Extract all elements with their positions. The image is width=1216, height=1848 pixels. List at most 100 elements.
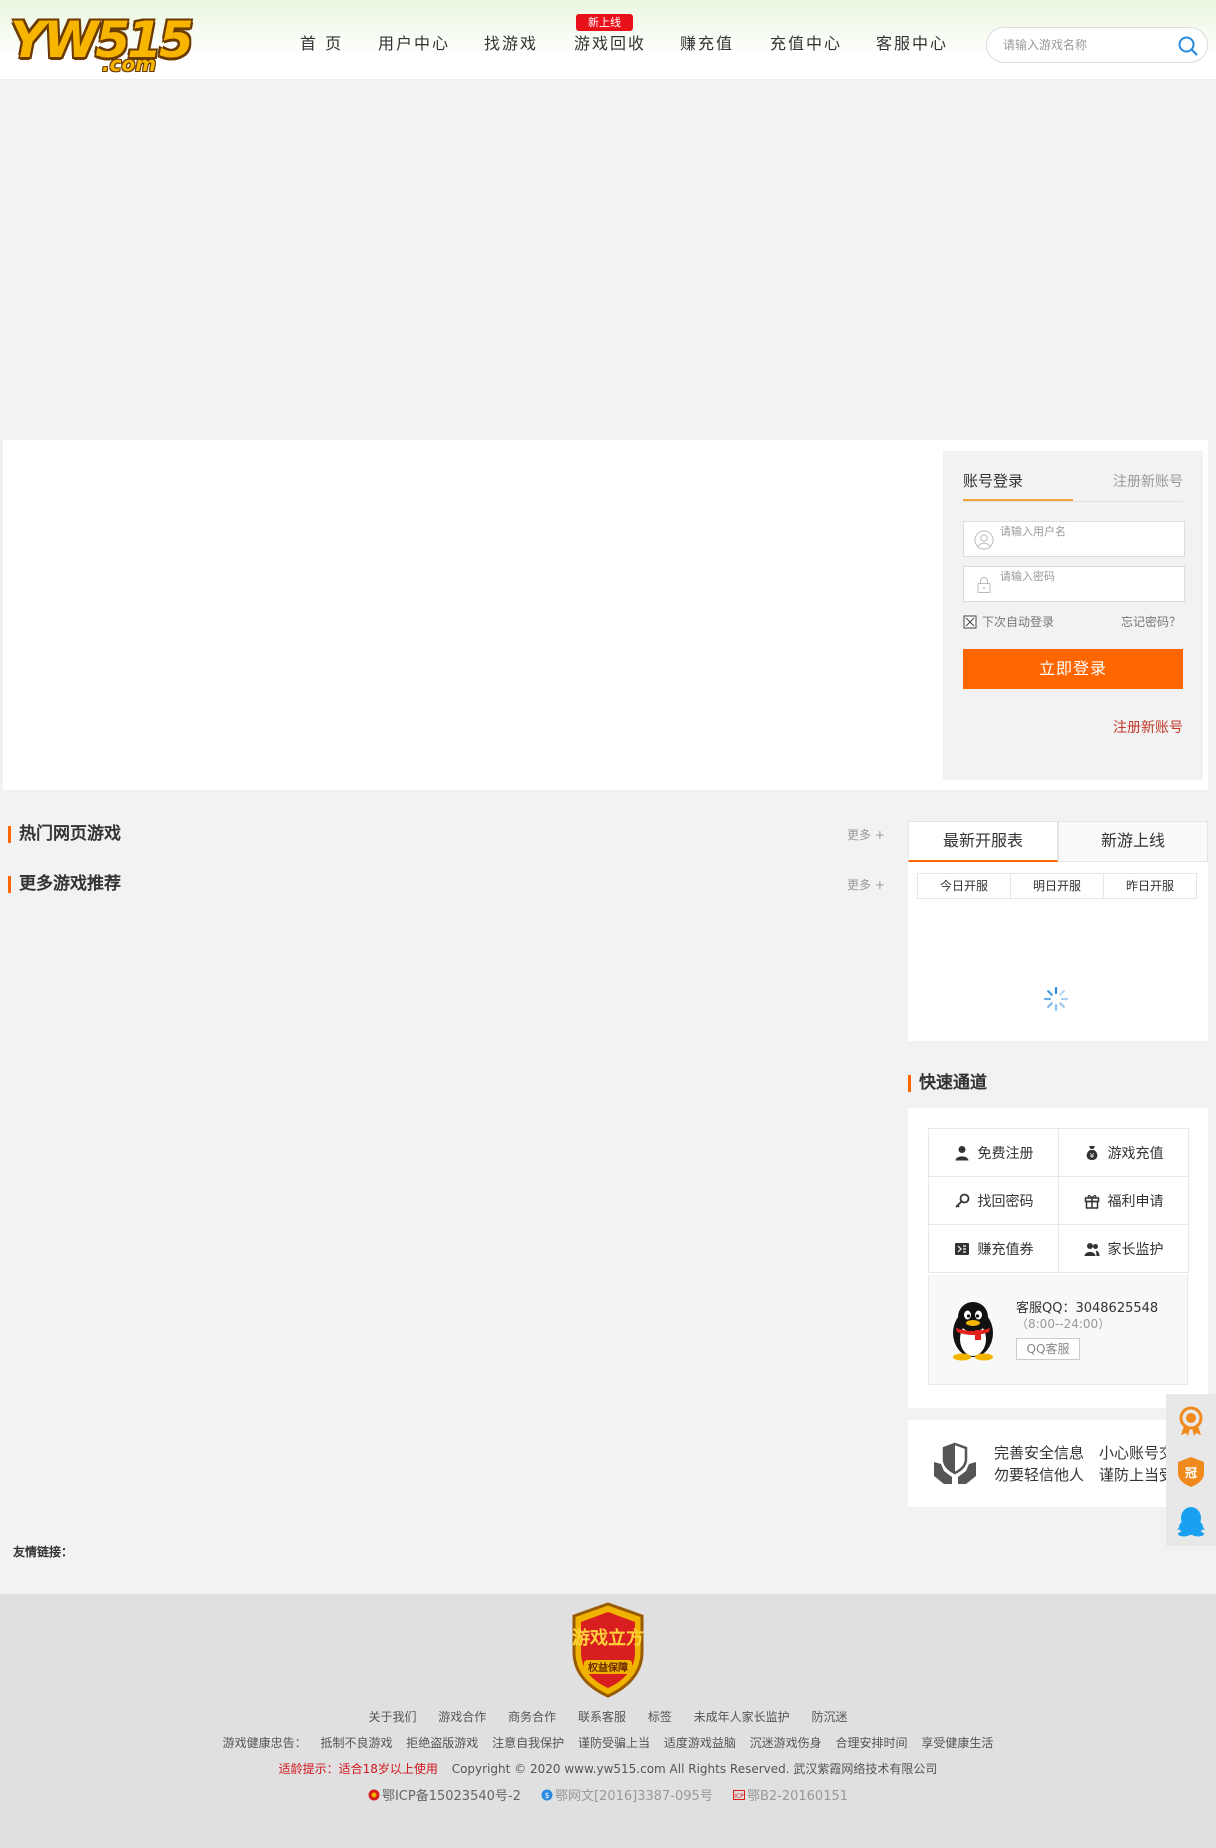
tab-tomorrow[interactable]: 明日开服 <box>1011 874 1104 898</box>
site-footer: 游戏立方 权益保障 关于我们 游戏合作 商务合作 联系客服 标签 未成年人家长监… <box>0 1594 1216 1848</box>
search-icon[interactable] <box>1177 35 1199 57</box>
register-link[interactable]: 注册新账号 <box>1113 717 1183 737</box>
more-games-more-link[interactable]: 更多 + <box>847 876 885 893</box>
tab-register[interactable]: 注册新账号 <box>1113 471 1183 491</box>
health-item: 沉迷游戏伤身 <box>749 1736 822 1750</box>
safety-tips: 完善安全信息 勿要轻信他人 小心账号交易 谨防上当受骗 <box>908 1420 1208 1507</box>
nav-item-game-recycle[interactable]: 新上线 游戏回收 <box>574 0 680 80</box>
search-input[interactable] <box>1003 36 1163 54</box>
copyright-line: 适龄提示：适合18岁以上使用 Copyright © 2020 www.yw51… <box>0 1760 1216 1777</box>
crown-shield-icon: 冠 <box>1178 1457 1204 1487</box>
floating-sidebar: 冠 <box>1166 1394 1216 1546</box>
main-nav: 首 页 用户中心 找游戏 新上线 游戏回收 赚充值 充值中心 客服中心 <box>300 0 976 80</box>
divider <box>963 501 1183 502</box>
tab-yesterday[interactable]: 昨日开服 <box>1104 874 1196 898</box>
key-icon <box>954 1193 969 1208</box>
tab-new-games[interactable]: 新游上线 <box>1058 821 1208 862</box>
forgot-password-link[interactable]: 忘记密码？ <box>1121 613 1181 630</box>
quick-channel-title: 快速通道 <box>908 1073 987 1093</box>
health-item: 谨防受骗上当 <box>577 1736 650 1750</box>
new-badge: 新上线 <box>576 14 633 31</box>
footer-link[interactable]: 标签 <box>648 1710 672 1724</box>
checkbox-icon[interactable] <box>963 615 977 629</box>
user-icon <box>974 530 994 550</box>
loading-spinner-icon <box>1043 986 1069 1012</box>
float-award[interactable] <box>1166 1396 1216 1446</box>
health-item: 抵制不良游戏 <box>320 1736 393 1750</box>
game-search <box>986 27 1208 63</box>
quick-recover-password[interactable]: 找回密码 <box>928 1176 1059 1225</box>
qq-service-box: 客服QQ：3048625548 （8:00--24:00） QQ客服 <box>928 1275 1188 1385</box>
footer-link[interactable]: 防沉迷 <box>812 1710 848 1724</box>
hot-games-more-link[interactable]: 更多 + <box>847 826 885 843</box>
b2-license[interactable]: ICP 鄂B2-20160151 <box>732 1785 848 1804</box>
nav-item-find-games[interactable]: 找游戏 <box>484 0 574 80</box>
health-label: 游戏健康忠告： <box>222 1736 307 1750</box>
national-emblem-icon <box>368 1789 380 1800</box>
float-crown[interactable]: 冠 <box>1166 1447 1216 1497</box>
nav-item-recharge-center[interactable]: 充值中心 <box>770 0 876 80</box>
lock-icon <box>977 577 991 593</box>
health-item: 注意自我保护 <box>492 1736 565 1750</box>
game-cube-badge[interactable]: 游戏立方 权益保障 <box>568 1602 648 1698</box>
award-medal-icon <box>1179 1406 1203 1436</box>
svg-text:¥: ¥ <box>1089 1152 1094 1160</box>
health-advice: 游戏健康忠告： 抵制不良游戏 拒绝盗版游戏 注意自我保护 谨防受骗上当 适度游戏… <box>0 1734 1216 1751</box>
quick-free-register[interactable]: 免费注册 <box>928 1128 1059 1177</box>
friend-links-label: 友情链接： <box>13 1545 74 1559</box>
username-field <box>963 521 1185 557</box>
shield-hands-icon <box>934 1442 976 1484</box>
safety-col-1: 完善安全信息 勿要轻信他人 <box>994 1444 1085 1484</box>
footer-link[interactable]: 关于我们 <box>368 1710 416 1724</box>
quick-game-recharge[interactable]: ¥ 游戏充值 <box>1058 1128 1189 1177</box>
nav-item-user-center[interactable]: 用户中心 <box>378 0 484 80</box>
username-input[interactable] <box>1000 523 1170 539</box>
badge-text: 游戏立方 <box>572 1627 644 1649</box>
more-games-title: 更多游戏推荐 <box>8 874 121 894</box>
quick-benefit-apply[interactable]: 福利申请 <box>1058 1176 1189 1225</box>
quick-parental-guard[interactable]: 家长监护 <box>1058 1224 1189 1273</box>
svg-text:$: $ <box>544 1791 549 1800</box>
nav-item-home[interactable]: 首 页 <box>300 0 378 80</box>
login-box: 账号登录 注册新账号 下次自动登录 忘记密码？ 立即登录 注册新账号 <box>943 451 1203 780</box>
footer-link[interactable]: 联系客服 <box>578 1710 626 1724</box>
b2-license-icon: ICP <box>732 1789 745 1800</box>
qq-number: 客服QQ：3048625548 <box>1016 1301 1159 1316</box>
login-button[interactable]: 立即登录 <box>963 649 1183 689</box>
qq-penguin-icon <box>953 1302 993 1361</box>
nav-item-service-center[interactable]: 客服中心 <box>876 0 976 80</box>
users-icon <box>1084 1242 1099 1256</box>
nav-item-earn-recharge[interactable]: 赚充值 <box>680 0 770 80</box>
quick-earn-voucher[interactable]: 赚充值券 <box>928 1224 1059 1273</box>
footer-link[interactable]: 游戏合作 <box>438 1710 486 1724</box>
copyright: Copyright © 2020 www.yw515.com All Right… <box>451 1762 938 1776</box>
svg-text:ICP: ICP <box>734 1793 744 1800</box>
password-field <box>963 566 1185 602</box>
float-qq[interactable] <box>1166 1496 1216 1546</box>
server-panel: 最新开服表 新游上线 今日开服 明日开服 昨日开服 <box>908 821 1208 1041</box>
badge-subtext: 权益保障 <box>587 1661 628 1674</box>
hot-games-title: 热门网页游戏 <box>8 824 121 844</box>
health-item: 适度游戏益脑 <box>663 1736 736 1750</box>
gift-icon <box>1084 1194 1099 1209</box>
auto-login[interactable]: 下次自动登录 <box>963 613 1054 630</box>
password-input[interactable] <box>1000 568 1170 584</box>
site-logo[interactable]: YW515 .com <box>10 12 194 74</box>
quick-channel: 免费注册 ¥ 游戏充值 找回密码 福利申请 赚充值券 家长监护 客服QQ：304… <box>908 1108 1208 1408</box>
wenwang-license[interactable]: $ 鄂网文[2016]3387-095号 <box>541 1785 713 1804</box>
footer-link[interactable]: 未成年人家长监护 <box>694 1710 790 1724</box>
day-tabs: 今日开服 明日开服 昨日开服 <box>917 873 1197 899</box>
tab-latest-servers[interactable]: 最新开服表 <box>908 821 1058 862</box>
auto-login-label: 下次自动登录 <box>982 615 1055 629</box>
footer-link[interactable]: 商务合作 <box>508 1710 556 1724</box>
qq-service-button[interactable]: QQ客服 <box>1016 1338 1080 1360</box>
ticket-icon <box>954 1242 969 1255</box>
qq-icon <box>1177 1507 1205 1537</box>
age-notice: 适龄提示：适合18岁以上使用 <box>278 1762 438 1776</box>
icp-license[interactable]: 鄂ICP备15023540号-2 <box>368 1785 521 1804</box>
tab-account-login[interactable]: 账号登录 <box>963 470 1023 491</box>
tab-today[interactable]: 今日开服 <box>918 874 1011 898</box>
license-line: 鄂ICP备15023540号-2 $ 鄂网文[2016]3387-095号 IC… <box>0 1785 1216 1805</box>
health-item: 拒绝盗版游戏 <box>406 1736 479 1750</box>
culture-license-icon: $ <box>541 1789 553 1800</box>
